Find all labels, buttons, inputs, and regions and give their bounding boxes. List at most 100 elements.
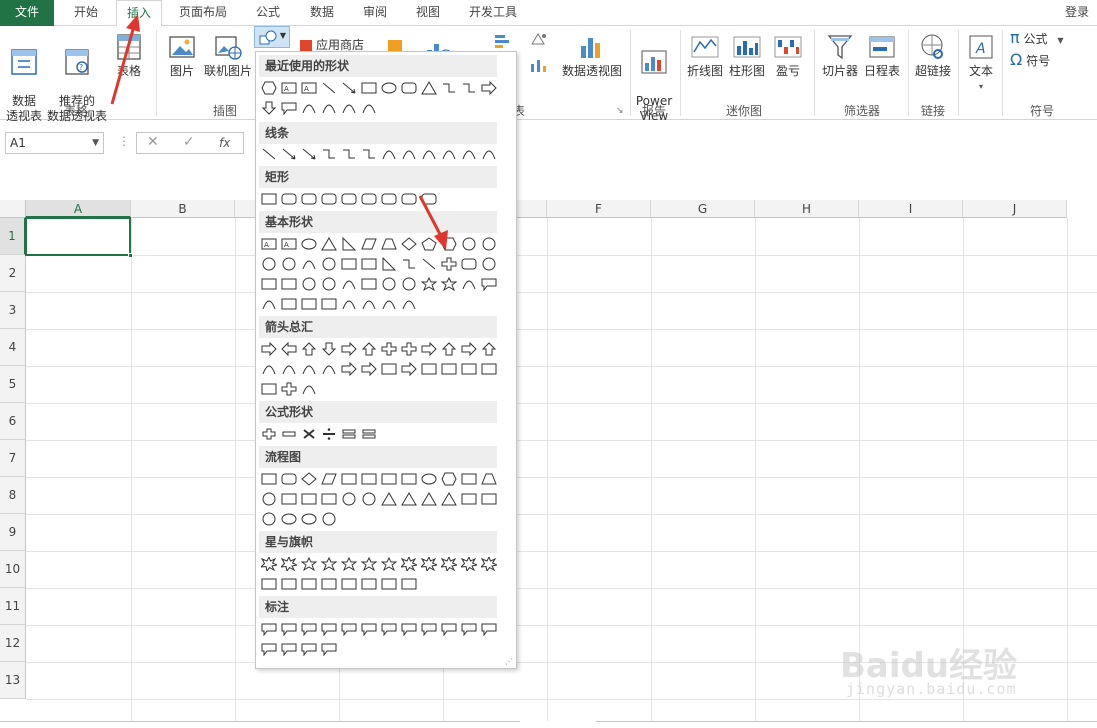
column-header-J[interactable]: J (963, 200, 1067, 218)
basic-shape[interactable] (419, 235, 439, 253)
basic-shape[interactable] (359, 235, 379, 253)
line-shape[interactable] (359, 145, 379, 163)
flow-shape[interactable] (359, 470, 379, 488)
equation-shape[interactable] (359, 425, 379, 443)
basic-shape[interactable] (259, 275, 279, 293)
flow-shape[interactable] (339, 470, 359, 488)
arrow-shape[interactable] (479, 340, 499, 358)
basic-shape[interactable] (319, 235, 339, 253)
arrow-shape[interactable] (379, 360, 399, 378)
row-header-6[interactable]: 6 (0, 403, 26, 440)
line-shape[interactable] (319, 145, 339, 163)
banner-shape[interactable] (299, 575, 319, 593)
star-shape[interactable] (359, 555, 379, 573)
callout-shape[interactable] (319, 620, 339, 638)
recent-shape[interactable] (359, 99, 379, 117)
horizontal-scrollbar[interactable] (596, 721, 1097, 728)
basic-shape[interactable] (459, 235, 479, 253)
recent-shape[interactable] (299, 99, 319, 117)
tab-developer[interactable]: 开发工具 (460, 0, 526, 26)
callout-shape[interactable] (299, 620, 319, 638)
flow-shape[interactable] (279, 510, 299, 528)
recent-shape[interactable] (319, 99, 339, 117)
equation-shape[interactable] (319, 425, 339, 443)
recent-shape[interactable] (279, 99, 299, 117)
arrow-shape[interactable] (259, 340, 279, 358)
line-shape[interactable] (459, 145, 479, 163)
basic-shape[interactable] (299, 275, 319, 293)
star-shape[interactable] (479, 555, 499, 573)
flow-shape[interactable] (359, 490, 379, 508)
sparkline-winloss-button[interactable]: 盈亏 (770, 32, 806, 79)
rect-shape[interactable] (339, 190, 359, 208)
recent-shape[interactable] (339, 79, 359, 97)
flow-shape[interactable] (279, 490, 299, 508)
arrow-shape[interactable] (359, 360, 379, 378)
callout-shape[interactable] (479, 620, 499, 638)
arrow-shape[interactable] (279, 360, 299, 378)
basic-shape[interactable] (459, 275, 479, 293)
arrow-shape[interactable] (299, 360, 319, 378)
basic-shape[interactable] (359, 255, 379, 273)
flow-shape[interactable] (299, 490, 319, 508)
tab-formulas[interactable]: 公式 (245, 0, 291, 26)
recent-shape[interactable] (459, 79, 479, 97)
basic-shape[interactable] (279, 275, 299, 293)
basic-shape[interactable] (479, 255, 499, 273)
dialog-launcher-icon[interactable]: ↘ (616, 106, 624, 116)
basic-shape[interactable] (439, 235, 459, 253)
line-shape[interactable] (279, 145, 299, 163)
callout-shape[interactable] (419, 620, 439, 638)
basic-shape[interactable] (479, 275, 499, 293)
flow-shape[interactable] (319, 490, 339, 508)
flow-shape[interactable] (259, 470, 279, 488)
row-header-7[interactable]: 7 (0, 440, 26, 477)
basic-shape[interactable] (359, 275, 379, 293)
rect-shape[interactable] (379, 190, 399, 208)
arrow-shape[interactable] (299, 380, 319, 398)
callout-shape[interactable] (399, 620, 419, 638)
callout-shape[interactable] (259, 620, 279, 638)
line-shape[interactable] (299, 145, 319, 163)
column-header-A[interactable]: A (26, 200, 131, 218)
rect-shape[interactable] (299, 190, 319, 208)
basic-shape[interactable] (399, 275, 419, 293)
basic-shape[interactable] (379, 275, 399, 293)
equation-shape[interactable] (339, 425, 359, 443)
shapes-button[interactable]: ▼ (254, 26, 290, 48)
rect-shape[interactable] (259, 190, 279, 208)
callout-shape[interactable] (299, 640, 319, 658)
star-shape[interactable] (439, 555, 459, 573)
recent-shape[interactable]: A (299, 79, 319, 97)
row-header-12[interactable]: 12 (0, 625, 26, 662)
scatter-chart-icon[interactable] (528, 30, 550, 48)
name-box[interactable]: A1 ▼ (5, 132, 104, 154)
star-shape[interactable] (399, 555, 419, 573)
equation-shape[interactable] (279, 425, 299, 443)
banner-shape[interactable] (339, 575, 359, 593)
flow-shape[interactable] (299, 470, 319, 488)
row-header-3[interactable]: 3 (0, 292, 26, 329)
arrow-shape[interactable] (279, 380, 299, 398)
basic-shape[interactable] (379, 255, 399, 273)
select-all-corner[interactable] (0, 200, 26, 218)
star-shape[interactable] (379, 555, 399, 573)
resize-grip-icon[interactable]: ⋰ (505, 657, 513, 666)
tab-insert[interactable]: 插入 (116, 0, 162, 27)
basic-shape[interactable]: A (259, 235, 279, 253)
arrow-shape[interactable] (259, 380, 279, 398)
basic-shape[interactable] (419, 255, 439, 273)
basic-shape[interactable] (259, 295, 279, 313)
pivot-table-button[interactable]: 数据 透视表 (4, 32, 44, 124)
line-shape[interactable] (259, 145, 279, 163)
basic-shape[interactable] (439, 255, 459, 273)
flow-shape[interactable] (479, 490, 499, 508)
star-shape[interactable] (319, 555, 339, 573)
callout-shape[interactable] (279, 620, 299, 638)
basic-shape[interactable] (399, 235, 419, 253)
timeline-button[interactable]: 日程表 (862, 32, 902, 79)
star-shape[interactable] (279, 555, 299, 573)
tab-file[interactable]: 文件 (0, 0, 54, 26)
callout-shape[interactable] (379, 620, 399, 638)
flow-shape[interactable] (419, 490, 439, 508)
